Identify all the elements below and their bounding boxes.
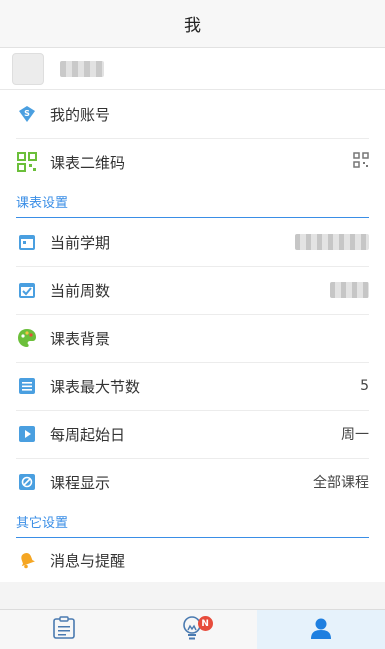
setting-value: 5 <box>360 378 369 394</box>
setting-week-start[interactable]: 每周起始日 周一 <box>0 410 385 458</box>
page-title: 我 <box>184 16 201 36</box>
schedule-settings-list: 当前学期 ▮▮▮▮ ▮▮▮▮▮ 当前周数 ▮▮▮▮▮ 课表背景 课表最大节数 5… <box>0 218 385 506</box>
setting-label: 每周起始日 <box>50 425 126 444</box>
setting-notifications[interactable]: 消息与提醒 <box>0 538 385 582</box>
setting-current-term[interactable]: 当前学期 ▮▮▮▮ ▮▮▮▮▮ <box>0 218 385 266</box>
palette-icon <box>16 327 38 349</box>
section-schedule-settings: 课表设置 <box>0 186 385 218</box>
qrcode-icon <box>353 152 369 172</box>
setting-current-week[interactable]: 当前周数 ▮▮▮▮▮ <box>0 266 385 314</box>
section-header: 其它设置 <box>16 508 369 538</box>
svg-text:S: S <box>24 109 30 118</box>
setting-label: 消息与提醒 <box>50 551 126 570</box>
top-bar: 我 <box>0 0 385 48</box>
notification-badge: N <box>197 616 213 631</box>
setting-label: 当前学期 <box>50 233 111 252</box>
bell-icon <box>16 549 38 571</box>
section-title: 其它设置 <box>16 516 69 531</box>
setting-max-periods[interactable]: 课表最大节数 5 <box>0 362 385 410</box>
setting-value: ▮▮▮▮▮ <box>330 282 369 298</box>
check-calendar-icon <box>16 279 38 301</box>
profile-row[interactable]: ▮▮▮▮▮ <box>0 48 385 90</box>
menu-item-account[interactable]: S 我的账号 <box>0 90 385 138</box>
qrcode-icon <box>16 151 38 173</box>
section-other-settings: 其它设置 <box>0 506 385 538</box>
setting-background[interactable]: 课表背景 <box>0 314 385 362</box>
schedule-icon <box>51 615 77 644</box>
setting-label: 当前周数 <box>50 281 111 300</box>
account-icon: S <box>16 103 38 125</box>
tab-schedule[interactable] <box>0 610 128 649</box>
user-icon <box>309 616 333 644</box>
section-title: 课表设置 <box>16 196 69 211</box>
section-header: 课表设置 <box>16 188 369 218</box>
calendar-icon <box>16 231 38 253</box>
menu-item-label: 课表二维码 <box>50 153 126 172</box>
setting-label: 课程显示 <box>50 473 111 492</box>
tab-discover[interactable]: N <box>128 610 256 649</box>
other-settings-list: 消息与提醒 <box>0 538 385 582</box>
display-icon <box>16 471 38 493</box>
bottom-tab-bar: N <box>0 609 385 649</box>
setting-label: 课表最大节数 <box>50 377 141 396</box>
setting-value: ▮▮▮▮ ▮▮▮▮▮ <box>295 234 369 250</box>
setting-label: 课表背景 <box>50 329 111 348</box>
menu-item-qrcode[interactable]: 课表二维码 <box>0 138 385 186</box>
account-list: S 我的账号 课表二维码 <box>0 90 385 186</box>
play-icon <box>16 423 38 445</box>
avatar[interactable] <box>12 52 44 85</box>
menu-item-label: 我的账号 <box>50 105 111 124</box>
setting-value: 周一 <box>341 427 369 443</box>
profile-name: ▮▮▮▮▮ <box>60 60 104 77</box>
list-icon <box>16 375 38 397</box>
setting-value: 全部课程 <box>313 475 369 491</box>
tab-me[interactable] <box>256 610 385 649</box>
setting-course-display[interactable]: 课程显示 全部课程 <box>0 458 385 506</box>
